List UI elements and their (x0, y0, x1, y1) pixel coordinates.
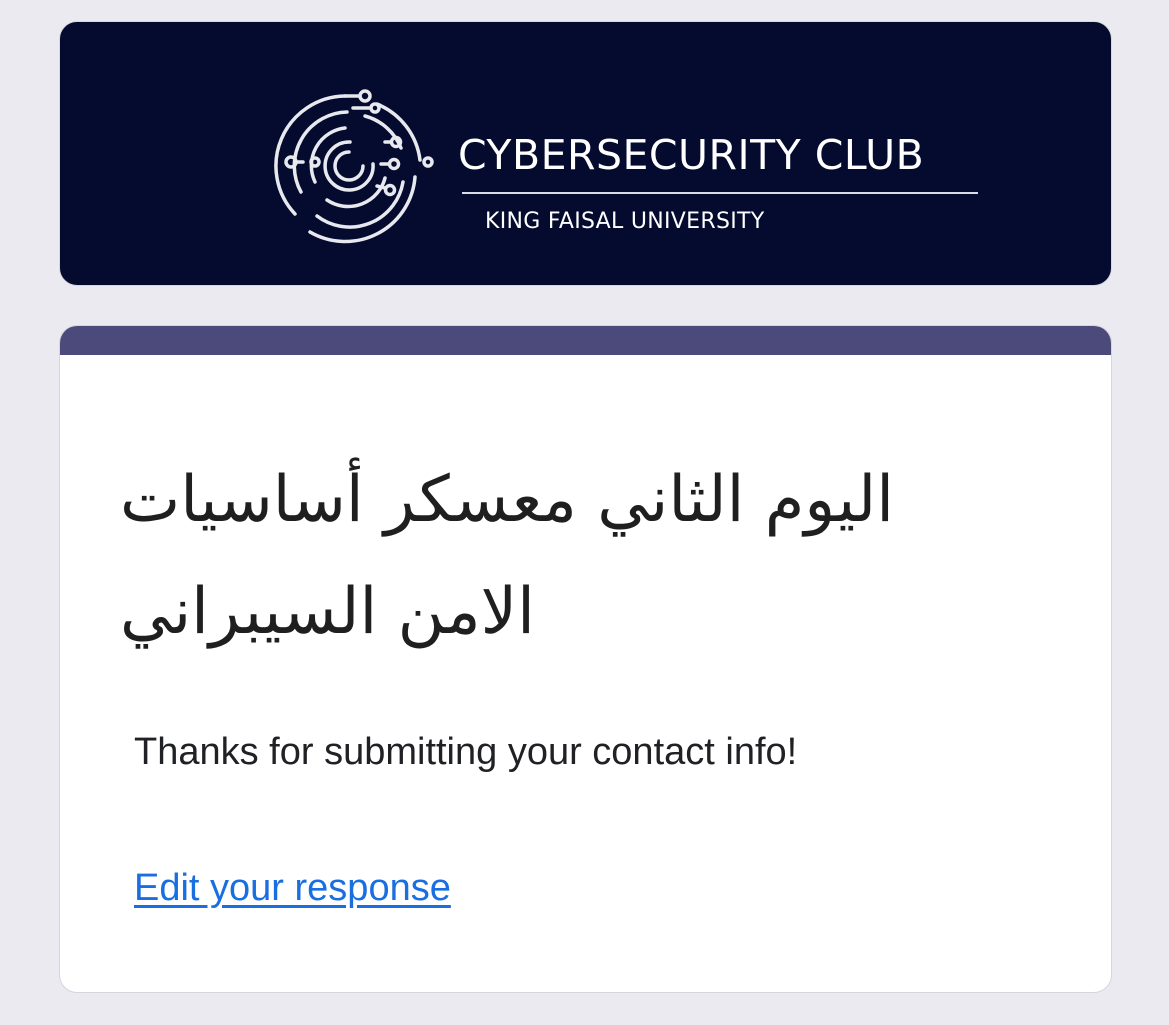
confirmation-message: Thanks for submitting your contact info! (134, 731, 798, 773)
university-name: KING FAISAL UNIVERSITY (485, 209, 765, 234)
edit-response-link[interactable]: Edit your response (134, 866, 451, 912)
form-confirmation-card: اليوم الثاني معسكر أساسيات الامن السيبرا… (59, 325, 1112, 993)
card-accent-bar (60, 326, 1111, 355)
circuit-ring-icon (274, 89, 434, 244)
club-name: CYBERSECURITY CLUB (458, 131, 925, 179)
header-banner: CYBERSECURITY CLUB KING FAISAL UNIVERSIT… (59, 21, 1112, 286)
form-title: اليوم الثاني معسكر أساسيات الامن السيبرا… (120, 463, 895, 649)
logo-divider (462, 192, 978, 194)
